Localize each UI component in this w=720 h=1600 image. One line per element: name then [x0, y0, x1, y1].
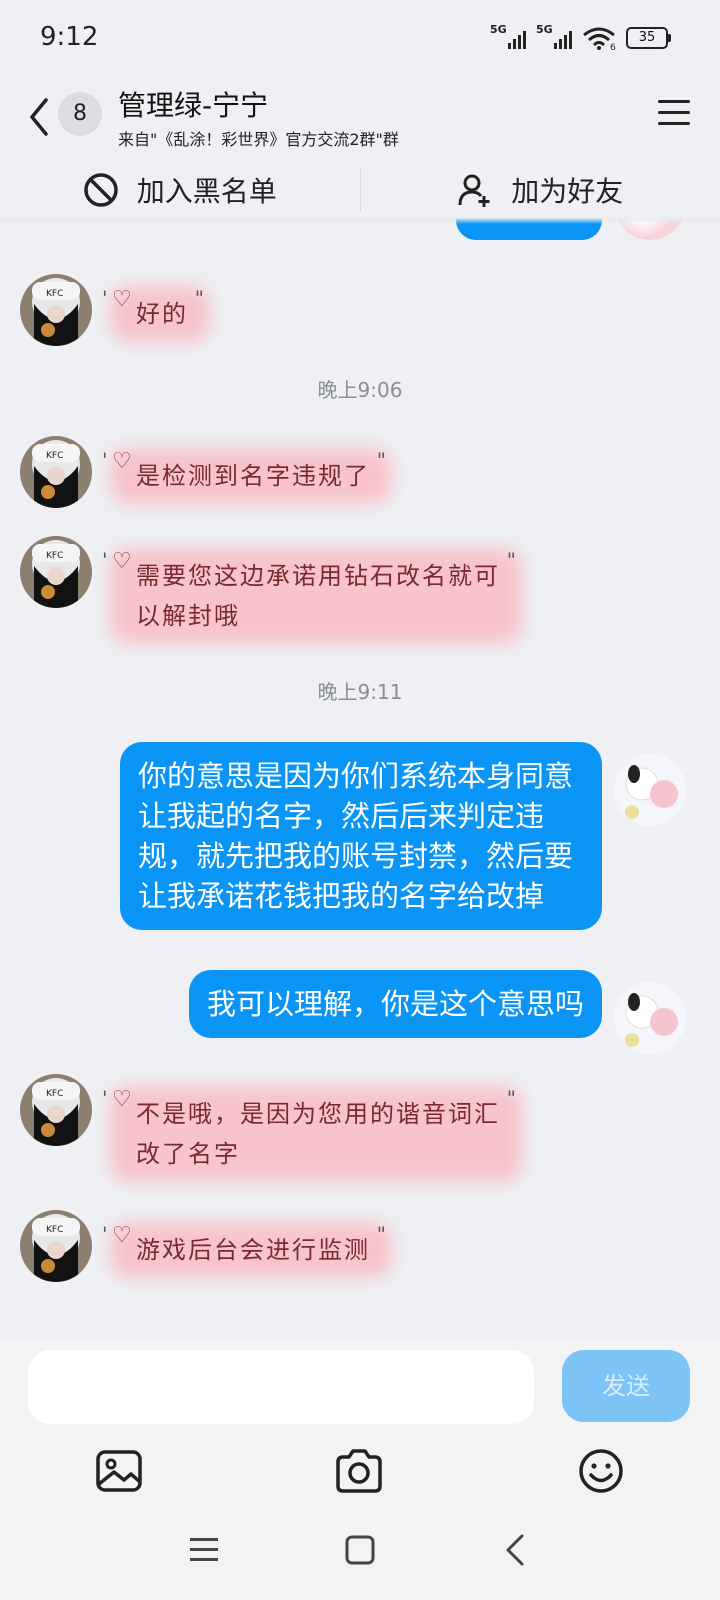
- message-text: 是检测到名字违规了: [136, 462, 370, 490]
- add-to-blacklist-button[interactable]: 加入黑名单: [0, 162, 360, 218]
- sent-message[interactable]: 你的意思是因为你们系统本身同意 让我起的名字，然后后来判定违 规，就先把我的账号…: [120, 742, 602, 930]
- signal-2-label: 5G: [536, 23, 553, 36]
- camera-icon[interactable]: [334, 1446, 384, 1496]
- add-friend-icon: [458, 174, 490, 207]
- heart-icon: ♡: [112, 1223, 134, 1248]
- sent-message[interactable]: 我可以理解，你是这个意思吗: [188, 970, 602, 1038]
- received-message[interactable]: ' ♡ 不是哦，是因为您用的谐音词汇 改了名字 ": [102, 1086, 522, 1182]
- sender-avatar[interactable]: KFC: [20, 536, 92, 608]
- composer: 发送: [0, 1338, 720, 1600]
- message-line: 不是哦，是因为您用的谐音词汇: [136, 1100, 500, 1128]
- message-text: 我可以理解，你是这个意思吗: [206, 987, 584, 1021]
- sender-avatar[interactable]: KFC: [20, 274, 92, 346]
- chat-message-list[interactable]: KFC ' ♡ 好的 " 晚上9:06 KFC ' ♡ 是检测到名字违规了 " KFC …: [0, 218, 720, 1338]
- menu-icon[interactable]: [656, 94, 692, 130]
- add-friend-label: 加为好友: [511, 175, 624, 208]
- unread-count-badge[interactable]: 8: [58, 92, 102, 136]
- nav-menu-icon[interactable]: [184, 1530, 224, 1570]
- battery-indicator: 35: [626, 27, 671, 49]
- signal-icon-1: 5G: [490, 23, 526, 49]
- message-line: 规，就先把我的账号封禁，然后要: [138, 839, 574, 873]
- message-line: 需要您这边承诺用钻石改名就可: [136, 562, 500, 590]
- block-icon: [83, 173, 118, 207]
- my-avatar[interactable]: [614, 754, 686, 826]
- message-line: 改了名字: [136, 1140, 240, 1168]
- heart-icon: ♡: [112, 549, 134, 574]
- svg-text:6: 6: [610, 43, 616, 50]
- timestamp: 晚上9:06: [317, 378, 403, 402]
- sender-avatar[interactable]: KFC: [20, 1074, 92, 1146]
- message-line: 你的意思是因为你们系统本身同意: [138, 759, 574, 793]
- heart-icon: ♡: [112, 287, 134, 312]
- sender-avatar[interactable]: KFC: [20, 436, 92, 508]
- status-indicators: 5G 5G 6 35: [490, 23, 671, 50]
- heart-icon: ♡: [112, 449, 134, 474]
- send-button[interactable]: 发送: [562, 1350, 690, 1422]
- message-text: 游戏后台会进行监测: [136, 1236, 370, 1264]
- received-message[interactable]: ' ♡ 需要您这边承诺用钻石改名就可 以解封哦 ": [102, 548, 522, 644]
- chat-header: 8 管理绿-宁宁 来自"《乱涂！彩世界》官方交流2群"群: [0, 80, 720, 162]
- signal-1-label: 5G: [490, 23, 507, 36]
- svg-text:KFC: KFC: [46, 451, 63, 461]
- status-bar: 9:12 5G 5G 6 35: [0, 0, 720, 80]
- stranger-action-bar: 加入黑名单 加为好友: [0, 162, 720, 224]
- blacklist-label: 加入黑名单: [136, 175, 277, 208]
- message-line: 以解封哦: [136, 602, 240, 630]
- sender-avatar[interactable]: KFC: [20, 1210, 92, 1282]
- svg-text:KFC: KFC: [46, 551, 63, 561]
- nav-back-icon[interactable]: [496, 1530, 536, 1570]
- svg-text:KFC: KFC: [46, 1089, 63, 1099]
- svg-text:KFC: KFC: [46, 289, 63, 299]
- image-icon[interactable]: [94, 1446, 144, 1496]
- message-input[interactable]: [28, 1350, 534, 1424]
- chat-subtitle: 来自"《乱涂！彩世界》官方交流2群"群: [118, 130, 399, 149]
- message-text: 好的: [136, 300, 188, 328]
- message-line: 让我起的名字，然后后来判定违: [138, 799, 545, 833]
- chat-title: 管理绿-宁宁: [118, 89, 269, 122]
- add-friend-button[interactable]: 加为好友: [361, 162, 720, 218]
- received-message[interactable]: ' ♡ 是检测到名字违规了 ": [102, 448, 392, 504]
- received-message[interactable]: ' ♡ 游戏后台会进行监测 ": [102, 1222, 392, 1278]
- message-line: 让我承诺花钱把我的名字给改掉: [138, 879, 545, 913]
- signal-icon-2: 5G: [536, 23, 572, 49]
- nav-home-icon[interactable]: [340, 1530, 380, 1570]
- emoji-icon[interactable]: [576, 1446, 626, 1496]
- status-time: 9:12: [40, 22, 99, 52]
- wifi-icon: 6: [583, 27, 616, 50]
- heart-icon: ♡: [112, 1087, 134, 1112]
- back-icon[interactable]: [24, 92, 54, 142]
- received-message[interactable]: ' ♡ 好的 ": [102, 286, 210, 342]
- my-avatar[interactable]: [614, 982, 686, 1054]
- timestamp: 晚上9:11: [317, 680, 403, 704]
- svg-text:KFC: KFC: [46, 1225, 63, 1235]
